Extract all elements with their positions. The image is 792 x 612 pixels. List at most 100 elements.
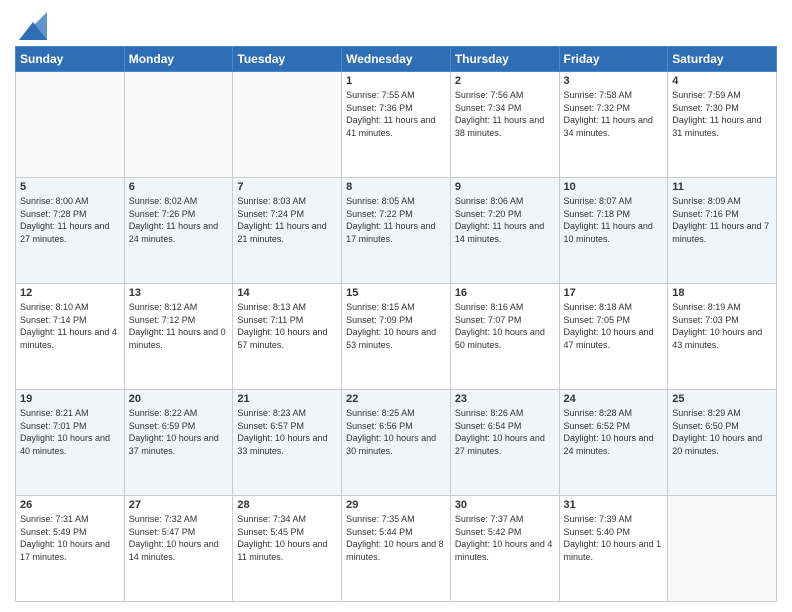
calendar-table: SundayMondayTuesdayWednesdayThursdayFrid… [15, 46, 777, 602]
day-number: 28 [237, 499, 337, 511]
calendar-cell: 29Sunrise: 7:35 AM Sunset: 5:44 PM Dayli… [342, 496, 451, 602]
header [15, 10, 777, 40]
calendar-cell: 27 Sunrise: 7:32 AM Sunset: 5:47 PM Dayli… [124, 496, 233, 602]
day-info: Sunrise: 8:19 AM Sunset: 7:03 PM Dayligh… [672, 301, 772, 351]
calendar-week-row: 1 Sunrise: 7:55 AM Sunset: 7:36 PM Daylig… [16, 72, 777, 178]
calendar-cell: 8 Sunrise: 8:05 AM Sunset: 7:22 PM Daylig… [342, 178, 451, 284]
day-number: 21 [237, 393, 337, 405]
calendar-cell: 24 Sunrise: 8:28 AM Sunset: 6:52 PM Dayli… [559, 390, 668, 496]
day-number: 5 [20, 181, 120, 193]
day-info: Sunrise: 8:22 AM Sunset: 6:59 PM Dayligh… [129, 407, 229, 457]
calendar-cell: 10 Sunrise: 8:07 AM Sunset: 7:18 PM Dayli… [559, 178, 668, 284]
weekday-header-thursday: Thursday [450, 47, 559, 72]
calendar-week-row: 12 Sunrise: 8:10 AM Sunset: 7:14 PM Dayli… [16, 284, 777, 390]
day-info: Sunrise: 8:09 AM Sunset: 7:16 PM Dayligh… [672, 195, 772, 245]
day-info: Sunrise: 7:32 AM Sunset: 5:47 PM Dayligh… [129, 513, 229, 563]
calendar-cell: 25Sunrise: 8:29 AM Sunset: 6:50 PM Dayli… [668, 390, 777, 496]
calendar-cell: 6 Sunrise: 8:02 AM Sunset: 7:26 PM Daylig… [124, 178, 233, 284]
day-number: 9 [455, 181, 555, 193]
calendar-cell: 16 Sunrise: 8:16 AM Sunset: 7:07 PM Dayli… [450, 284, 559, 390]
calendar-cell: 1 Sunrise: 7:55 AM Sunset: 7:36 PM Daylig… [342, 72, 451, 178]
weekday-header-friday: Friday [559, 47, 668, 72]
day-number: 8 [346, 181, 446, 193]
day-number: 15 [346, 287, 446, 299]
calendar-cell: 17 Sunrise: 8:18 AM Sunset: 7:05 PM Dayli… [559, 284, 668, 390]
day-number: 10 [564, 181, 664, 193]
day-info: Sunrise: 8:06 AM Sunset: 7:20 PM Dayligh… [455, 195, 555, 245]
day-info: Sunrise: 7:31 AM Sunset: 5:49 PM Dayligh… [20, 513, 120, 563]
calendar-cell: 11Sunrise: 8:09 AM Sunset: 7:16 PM Dayli… [668, 178, 777, 284]
day-info: Sunrise: 7:56 AM Sunset: 7:34 PM Dayligh… [455, 89, 555, 139]
day-number: 16 [455, 287, 555, 299]
day-number: 29 [346, 499, 446, 511]
day-number: 20 [129, 393, 229, 405]
weekday-header-row: SundayMondayTuesdayWednesdayThursdayFrid… [16, 47, 777, 72]
page: SundayMondayTuesdayWednesdayThursdayFrid… [0, 0, 792, 612]
day-number: 1 [346, 75, 446, 87]
calendar-cell: 31 Sunrise: 7:39 AM Sunset: 5:40 PM Dayli… [559, 496, 668, 602]
day-info: Sunrise: 8:18 AM Sunset: 7:05 PM Dayligh… [564, 301, 664, 351]
day-number: 6 [129, 181, 229, 193]
day-number: 7 [237, 181, 337, 193]
day-info: Sunrise: 8:23 AM Sunset: 6:57 PM Dayligh… [237, 407, 337, 457]
day-info: Sunrise: 7:55 AM Sunset: 7:36 PM Dayligh… [346, 89, 446, 139]
day-number: 30 [455, 499, 555, 511]
weekday-header-saturday: Saturday [668, 47, 777, 72]
calendar-week-row: 26Sunrise: 7:31 AM Sunset: 5:49 PM Dayli… [16, 496, 777, 602]
calendar-cell: 26Sunrise: 7:31 AM Sunset: 5:49 PM Dayli… [16, 496, 125, 602]
calendar-cell [668, 496, 777, 602]
calendar-cell: 19 Sunrise: 8:21 AM Sunset: 7:01 PM Dayli… [16, 390, 125, 496]
weekday-header-monday: Monday [124, 47, 233, 72]
day-info: Sunrise: 8:00 AM Sunset: 7:28 PM Dayligh… [20, 195, 120, 245]
day-number: 31 [564, 499, 664, 511]
day-number: 12 [20, 287, 120, 299]
calendar-cell [16, 72, 125, 178]
day-info: Sunrise: 8:03 AM Sunset: 7:24 PM Dayligh… [237, 195, 337, 245]
day-info: Sunrise: 7:58 AM Sunset: 7:32 PM Dayligh… [564, 89, 664, 139]
day-info: Sunrise: 7:39 AM Sunset: 5:40 PM Dayligh… [564, 513, 664, 563]
calendar-cell: 3 Sunrise: 7:58 AM Sunset: 7:32 PM Daylig… [559, 72, 668, 178]
calendar-cell: 28 Sunrise: 7:34 AM Sunset: 5:45 PM Dayli… [233, 496, 342, 602]
day-info: Sunrise: 8:28 AM Sunset: 6:52 PM Dayligh… [564, 407, 664, 457]
calendar-week-row: 19 Sunrise: 8:21 AM Sunset: 7:01 PM Dayli… [16, 390, 777, 496]
calendar-cell: 14Sunrise: 8:13 AM Sunset: 7:11 PM Dayli… [233, 284, 342, 390]
calendar-cell: 9 Sunrise: 8:06 AM Sunset: 7:20 PM Daylig… [450, 178, 559, 284]
day-info: Sunrise: 8:21 AM Sunset: 7:01 PM Dayligh… [20, 407, 120, 457]
day-info: Sunrise: 8:07 AM Sunset: 7:18 PM Dayligh… [564, 195, 664, 245]
day-number: 4 [672, 75, 772, 87]
day-info: Sunrise: 8:12 AM Sunset: 7:12 PM Dayligh… [129, 301, 229, 351]
day-info: Sunrise: 8:10 AM Sunset: 7:14 PM Dayligh… [20, 301, 120, 351]
calendar-cell: 18Sunrise: 8:19 AM Sunset: 7:03 PM Dayli… [668, 284, 777, 390]
calendar-cell [124, 72, 233, 178]
day-number: 14 [237, 287, 337, 299]
day-info: Sunrise: 8:05 AM Sunset: 7:22 PM Dayligh… [346, 195, 446, 245]
calendar-cell: 12 Sunrise: 8:10 AM Sunset: 7:14 PM Dayli… [16, 284, 125, 390]
weekday-header-wednesday: Wednesday [342, 47, 451, 72]
day-info: Sunrise: 8:25 AM Sunset: 6:56 PM Dayligh… [346, 407, 446, 457]
day-info: Sunrise: 8:02 AM Sunset: 7:26 PM Dayligh… [129, 195, 229, 245]
day-number: 23 [455, 393, 555, 405]
day-number: 25 [672, 393, 772, 405]
logo [15, 14, 47, 40]
calendar-cell: 2 Sunrise: 7:56 AM Sunset: 7:34 PM Daylig… [450, 72, 559, 178]
day-number: 19 [20, 393, 120, 405]
day-number: 13 [129, 287, 229, 299]
day-info: Sunrise: 7:34 AM Sunset: 5:45 PM Dayligh… [237, 513, 337, 563]
calendar-cell: 4Sunrise: 7:59 AM Sunset: 7:30 PM Daylig… [668, 72, 777, 178]
calendar-cell: 15 Sunrise: 8:15 AM Sunset: 7:09 PM Dayli… [342, 284, 451, 390]
calendar-cell: 21 Sunrise: 8:23 AM Sunset: 6:57 PM Dayli… [233, 390, 342, 496]
day-number: 2 [455, 75, 555, 87]
calendar-cell [233, 72, 342, 178]
logo-icon [19, 12, 47, 40]
day-info: Sunrise: 8:16 AM Sunset: 7:07 PM Dayligh… [455, 301, 555, 351]
day-number: 27 [129, 499, 229, 511]
day-number: 17 [564, 287, 664, 299]
calendar-cell: 13 Sunrise: 8:12 AM Sunset: 7:12 PM Dayli… [124, 284, 233, 390]
day-number: 24 [564, 393, 664, 405]
day-info: Sunrise: 7:37 AM Sunset: 5:42 PM Dayligh… [455, 513, 555, 563]
calendar-week-row: 5 Sunrise: 8:00 AM Sunset: 7:28 PM Daylig… [16, 178, 777, 284]
day-number: 3 [564, 75, 664, 87]
calendar-cell: 5 Sunrise: 8:00 AM Sunset: 7:28 PM Daylig… [16, 178, 125, 284]
day-info: Sunrise: 8:15 AM Sunset: 7:09 PM Dayligh… [346, 301, 446, 351]
day-info: Sunrise: 8:26 AM Sunset: 6:54 PM Dayligh… [455, 407, 555, 457]
